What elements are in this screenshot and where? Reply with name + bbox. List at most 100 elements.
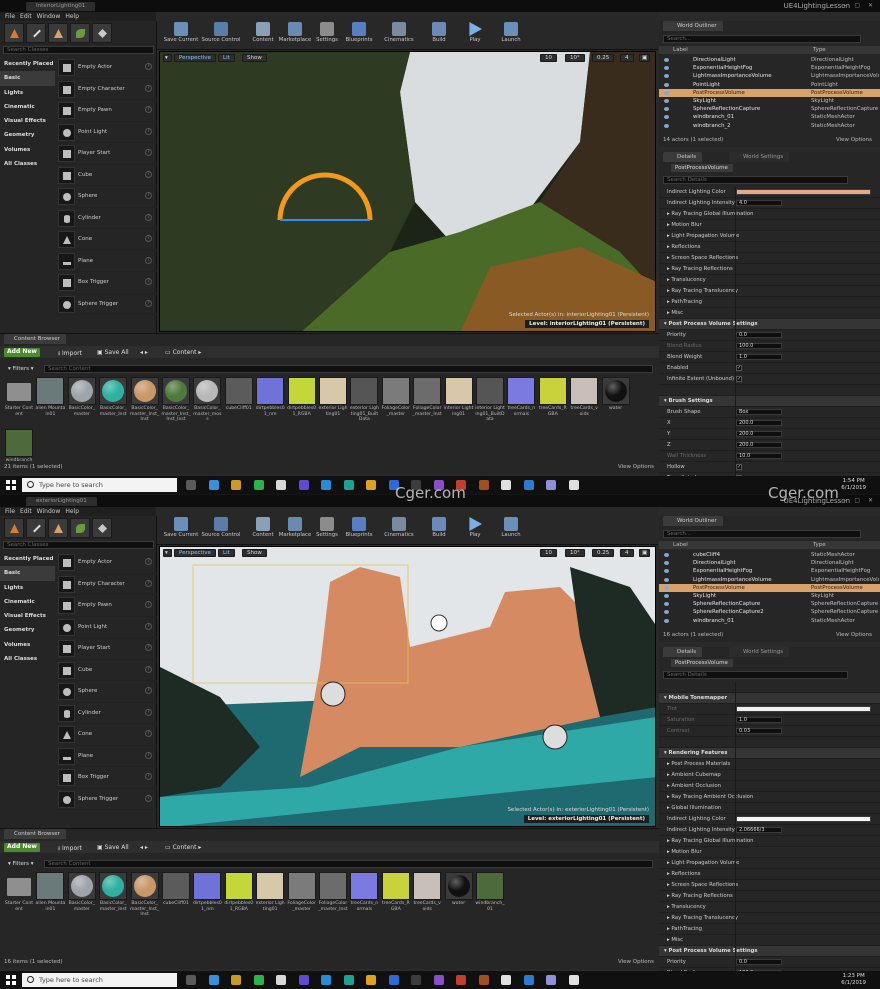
landscape-mode-icon[interactable]: [48, 23, 68, 43]
taskbar-app-icon[interactable]: [276, 480, 286, 490]
visibility-eye-icon[interactable]: [664, 553, 669, 557]
category-cinematic[interactable]: Cinematic: [0, 100, 55, 114]
place-item-plane[interactable]: Plane?: [55, 746, 157, 767]
paint-mode-icon[interactable]: [26, 23, 46, 43]
visibility-eye-icon[interactable]: [664, 82, 669, 87]
outliner-view-options[interactable]: View Options: [836, 632, 872, 638]
taskbar-app-icon[interactable]: [343, 480, 354, 490]
maximize-viewport-button[interactable]: ▣: [639, 549, 651, 557]
details-object-name[interactable]: PostProcessVolume: [671, 659, 733, 667]
blueprints-button[interactable]: Blueprints: [339, 22, 379, 43]
details-row[interactable]: Priority 0.0: [659, 957, 880, 968]
level-viewport[interactable]: ▾ Perspective Lit Show 10 10° 0.25 4 ▣ S…: [159, 546, 656, 827]
checkbox[interactable]: ✓: [736, 464, 742, 470]
place-item-empty-pawn[interactable]: Empty Pawn?: [55, 100, 157, 122]
details-value-field[interactable]: 200.0: [736, 431, 782, 437]
help-icon[interactable]: ?: [145, 256, 152, 264]
outliner-row[interactable]: PointLight PointLight: [659, 81, 880, 89]
search-content-input[interactable]: Search Content: [44, 365, 653, 373]
details-row[interactable]: ▸ Ray Tracing Translucency: [659, 913, 880, 924]
help-icon[interactable]: ?: [145, 84, 152, 92]
details-row[interactable]: ▸ Motion Blur: [659, 847, 880, 858]
show-button[interactable]: Show: [242, 54, 267, 62]
outliner-search-input[interactable]: Search...: [663, 530, 861, 538]
outliner-row[interactable]: SkyLight SkyLight: [659, 592, 880, 600]
category-volumes[interactable]: Volumes: [0, 143, 55, 157]
details-row[interactable]: ▸ Ray Tracing Global Illumination: [659, 209, 880, 220]
asset-tile[interactable]: alien Mountain01: [35, 872, 65, 912]
filters-button[interactable]: ▾ Filters ▾: [8, 366, 34, 372]
add-new-button[interactable]: Add New: [4, 348, 40, 357]
details-value-field[interactable]: 200.0: [736, 442, 782, 448]
details-row[interactable]: ▾ Post Process Volume Settings: [659, 946, 880, 957]
source-control-button[interactable]: Source Control: [201, 517, 241, 538]
details-row[interactable]: Brush Shape Box: [659, 407, 880, 418]
rotation-snap-button[interactable]: 10°: [565, 54, 585, 62]
level-tab[interactable]: InteriorLighting01: [26, 2, 96, 11]
grid-snap-button[interactable]: 10: [540, 549, 557, 557]
play-button[interactable]: Play: [455, 22, 495, 43]
details-row[interactable]: ▸ Ambient Occlusion: [659, 781, 880, 792]
asset-tile[interactable]: treeCards_RGBA: [381, 872, 411, 912]
taskbar-app-icon[interactable]: [231, 975, 241, 985]
taskbar-app-icon[interactable]: [501, 480, 511, 490]
scale-snap-button[interactable]: 0.25: [592, 54, 615, 62]
asset-tile[interactable]: windbranch_01: [475, 872, 505, 912]
save-current-button[interactable]: Save Current: [161, 22, 201, 43]
asset-tile[interactable]: BasicColor_master_Inst_Inst: [130, 377, 160, 423]
visibility-eye-icon[interactable]: [664, 561, 669, 566]
place-item-cone[interactable]: Cone?: [55, 724, 157, 746]
details-value-field[interactable]: 0.03: [736, 728, 782, 734]
taskbar-app-icon[interactable]: [186, 480, 196, 490]
details-row[interactable]: Enabled ✓: [659, 363, 880, 374]
visibility-eye-icon[interactable]: [664, 99, 669, 103]
taskbar-app-icon[interactable]: [523, 480, 534, 490]
viewport-options-button[interactable]: ▾: [163, 54, 172, 62]
place-item-player-start[interactable]: Player Start?: [55, 143, 157, 165]
outliner-row[interactable]: windbranch_2 StaticMeshActor: [659, 122, 880, 130]
save-all-button[interactable]: ▣ Save All: [97, 349, 129, 356]
lit-button[interactable]: Lit: [218, 549, 235, 557]
blueprints-button[interactable]: Blueprints: [339, 517, 379, 538]
details-value-field[interactable]: 1.0: [736, 354, 782, 360]
asset-tile[interactable]: windbranch: [4, 429, 34, 464]
details-value-field[interactable]: 4.0: [736, 200, 782, 206]
visibility-eye-icon[interactable]: [664, 577, 669, 582]
asset-tile[interactable]: FoliageColor_master: [287, 872, 317, 912]
details-row[interactable]: ▸ PathTracing: [659, 924, 880, 935]
history-arrows[interactable]: ◂ ▸: [140, 349, 148, 356]
details-row[interactable]: Indirect Lighting Color: [659, 814, 880, 825]
details-row[interactable]: ▸ Ray Tracing Translucency: [659, 286, 880, 297]
details-value-field[interactable]: 1.0: [736, 717, 782, 723]
details-row[interactable]: Wall Thickness 10.0: [659, 451, 880, 462]
details-row[interactable]: ▸ Motion Blur: [659, 220, 880, 231]
content-browser-tab[interactable]: Content Browser: [4, 829, 66, 839]
place-item-cube[interactable]: Cube?: [55, 165, 157, 186]
details-row[interactable]: ▸ Translucency: [659, 902, 880, 913]
help-icon[interactable]: ?: [145, 730, 152, 737]
details-row[interactable]: ▸ Screen Space Reflections: [659, 880, 880, 891]
details-row[interactable]: Saturation 1.0: [659, 715, 880, 726]
details-row[interactable]: ▸ PathTracing: [659, 297, 880, 308]
menu-edit[interactable]: Edit: [20, 12, 32, 21]
menu-window[interactable]: Window: [37, 12, 61, 21]
taskbar-app-icon[interactable]: [298, 480, 309, 490]
taskbar-app-icon[interactable]: [478, 480, 489, 490]
visibility-eye-icon[interactable]: [664, 594, 669, 598]
world-outliner-tab[interactable]: World Outliner: [663, 21, 723, 31]
asset-tile[interactable]: water: [444, 872, 474, 907]
camera-speed-button[interactable]: 4: [620, 549, 634, 557]
color-swatch[interactable]: [736, 189, 871, 195]
level-viewport[interactable]: ▾ Perspective Lit Show 10 10° 0.25 4 ▣ S…: [159, 51, 656, 332]
asset-tile[interactable]: BasicColor_master_Inst: [98, 377, 128, 417]
category-volumes[interactable]: Volumes: [0, 638, 55, 652]
category-recently-placed[interactable]: Recently Placed: [0, 552, 55, 566]
place-item-point-light[interactable]: Point Light?: [55, 617, 157, 638]
taskbar-app-icon[interactable]: [568, 975, 579, 985]
visibility-eye-icon[interactable]: [664, 610, 669, 615]
details-row[interactable]: ▸ Ray Tracing Reflections: [659, 264, 880, 275]
details-row[interactable]: ▸ Screen Space Reflections: [659, 253, 880, 264]
camera-speed-button[interactable]: 4: [620, 54, 634, 62]
taskbar-search-box[interactable]: Type here to search: [22, 478, 177, 492]
details-tab[interactable]: Details: [663, 647, 703, 657]
